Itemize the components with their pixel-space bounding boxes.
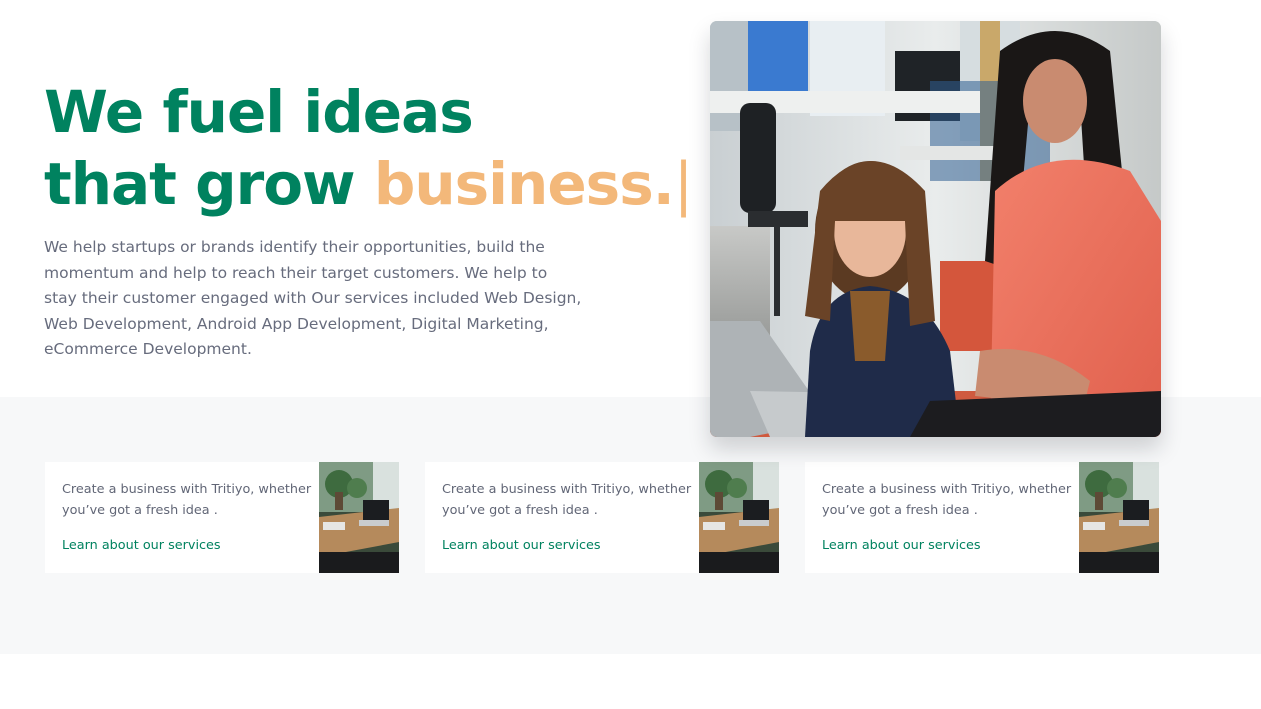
- hero-heading-prefix: that grow: [44, 150, 374, 218]
- hero-section: We fuel ideas that grow business.| We he…: [44, 76, 693, 363]
- hero-heading-accent: business.: [373, 150, 675, 218]
- hero-description: We help startups or brands identify thei…: [44, 238, 582, 359]
- hero-photo: [710, 21, 1161, 437]
- typing-cursor: |: [673, 150, 694, 218]
- learn-services-link[interactable]: Learn about our services: [822, 536, 981, 556]
- hero-heading-line-1: We fuel ideas: [44, 78, 474, 146]
- learn-services-link[interactable]: Learn about our services: [442, 536, 601, 556]
- service-card-3: Create a business with Tritiyo, whether …: [805, 462, 1159, 573]
- workspace-image: [319, 462, 399, 573]
- hero-heading-line-2: that grow business.|: [44, 148, 693, 220]
- service-card-text: Create a business with Tritiyo, whether …: [62, 482, 312, 518]
- service-card-thumbnail: [699, 462, 779, 573]
- workspace-image: [1079, 462, 1159, 573]
- service-card-thumbnail: [1079, 462, 1159, 573]
- service-card-2: Create a business with Tritiyo, whether …: [425, 462, 779, 573]
- service-card-thumbnail: [319, 462, 399, 573]
- service-card-1: Create a business with Tritiyo, whether …: [45, 462, 399, 573]
- page: We fuel ideas that grow business.| We he…: [0, 0, 1261, 709]
- learn-services-link[interactable]: Learn about our services: [62, 536, 221, 556]
- workspace-image: [699, 462, 779, 573]
- hero-heading: We fuel ideas that grow business.|: [44, 76, 693, 220]
- service-card-text: Create a business with Tritiyo, whether …: [442, 482, 692, 518]
- service-card-text: Create a business with Tritiyo, whether …: [822, 482, 1072, 518]
- office-team-image: [710, 21, 1161, 437]
